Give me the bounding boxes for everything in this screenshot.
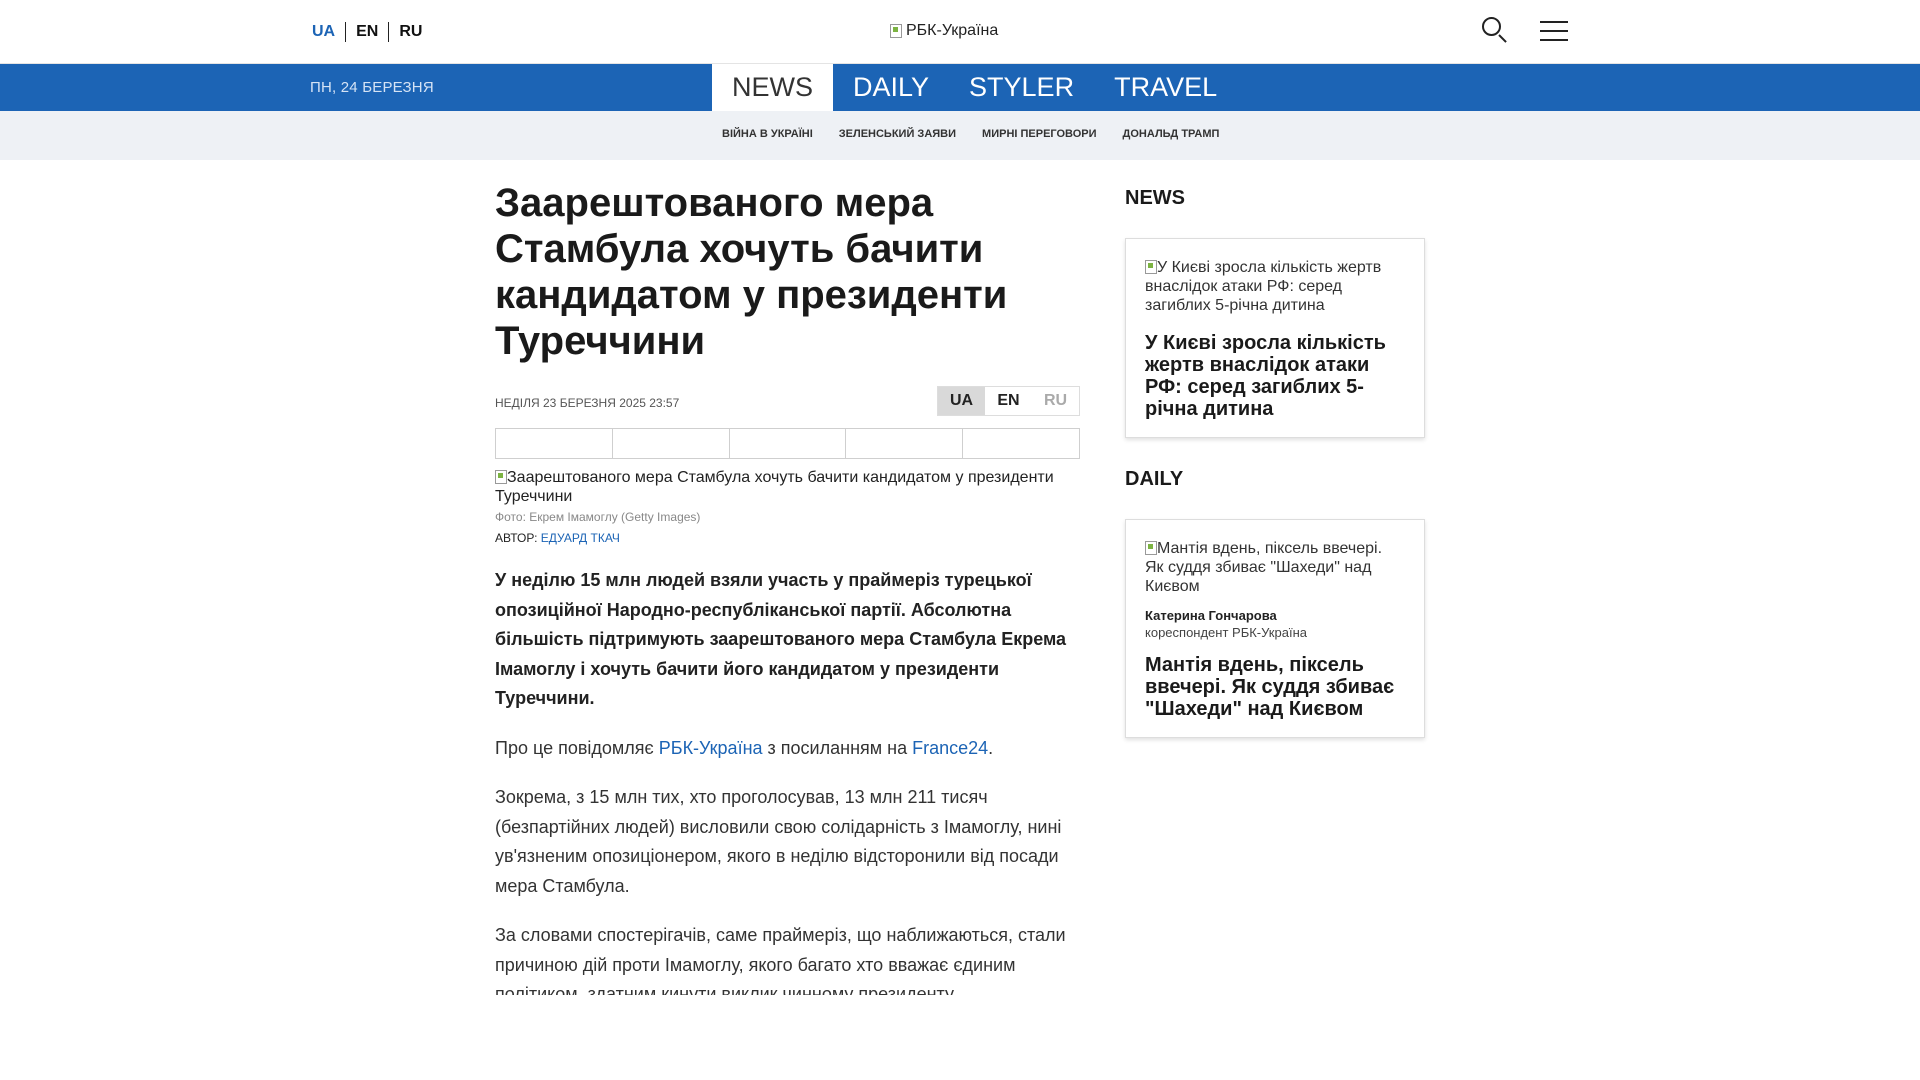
author-link[interactable]: ЕДУАРД ТКАЧ xyxy=(541,531,620,545)
tab-news[interactable]: NEWS xyxy=(712,64,833,111)
article-lead: У неділю 15 млн людей взяли участь у пра… xyxy=(495,570,1067,708)
tag-peace-talks[interactable]: МИРНІ ПЕРЕГОВОРИ xyxy=(982,128,1097,140)
article-meta: НЕДІЛЯ 23 БЕРЕЗНЯ 2025 23:57 UA EN RU xyxy=(495,386,1080,416)
search-button[interactable] xyxy=(1480,15,1510,45)
article-paragraph: Зокрема, з 15 млн тих, хто проголосував,… xyxy=(495,787,1062,896)
share-buttons xyxy=(495,428,1080,459)
logo-alt-text: РБК-Україна xyxy=(906,22,999,39)
tab-styler[interactable]: STYLER xyxy=(949,64,1094,111)
news-card[interactable]: У Києві зросла кількість жертв внаслідок… xyxy=(1125,238,1425,438)
article-title: Заарештованого мера Стамбула хочуть бачи… xyxy=(495,181,1008,363)
news-card-image: У Києві зросла кількість жертв внаслідок… xyxy=(1145,258,1405,315)
section-nav: ПН, 24 БЕРЕЗНЯ NEWS DAILY STYLER TRAVEL xyxy=(0,64,1920,111)
tab-travel[interactable]: TRAVEL xyxy=(1094,64,1237,111)
image-caption: Фото: Екрем Імамоглу (Getty Images) xyxy=(495,510,701,524)
article-language-switcher: UA EN RU xyxy=(937,386,1080,416)
source-intro: Про це повідомляє xyxy=(495,737,654,758)
search-icon xyxy=(1482,17,1501,36)
lang-ua[interactable]: UA xyxy=(312,22,345,42)
news-card-image-alt: У Києві зросла кількість жертв внаслідок… xyxy=(1145,259,1382,314)
site-logo[interactable]: РБК-Україна xyxy=(890,22,998,40)
site-header: UA EN RU РБК-Україна xyxy=(0,0,1920,64)
share-button-5[interactable] xyxy=(962,429,1079,458)
source-link-rbc[interactable]: РБК-Україна xyxy=(659,738,763,758)
daily-card-author: Катерина Гончарова xyxy=(1145,608,1277,623)
daily-card-image: Мантія вдень, піксель ввечері. Як суддя … xyxy=(1145,539,1405,596)
news-card-title: У Києві зросла кількість жертв внаслідок… xyxy=(1145,332,1386,420)
article-author: АВТОР: ЕДУАРД ТКАЧ xyxy=(495,531,1080,545)
broken-image-icon xyxy=(495,470,507,484)
share-button-1[interactable] xyxy=(496,429,612,458)
source-end: . xyxy=(988,737,994,758)
share-button-3[interactable] xyxy=(728,429,846,458)
sidebar: NEWS У Києві зросла кількість жертв внас… xyxy=(1125,180,1425,738)
sidebar-news-heading: NEWS xyxy=(1125,187,1185,209)
lang-ru[interactable]: RU xyxy=(388,22,432,42)
tags-bar: ВІЙНА В УКРАЇНІ ЗЕЛЕНСЬКИЙ ЗАЯВИ МИРНІ П… xyxy=(0,111,1920,160)
author-label: АВТОР: xyxy=(495,531,538,545)
tag-war-in-ukraine[interactable]: ВІЙНА В УКРАЇНІ xyxy=(722,128,813,140)
hamburger-menu-button[interactable] xyxy=(1540,19,1568,43)
daily-card-image-alt: Мантія вдень, піксель ввечері. Як суддя … xyxy=(1145,540,1383,595)
section-tabs: NEWS DAILY STYLER TRAVEL xyxy=(712,64,1237,111)
share-button-4[interactable] xyxy=(845,429,962,458)
lang-en[interactable]: EN xyxy=(345,22,388,42)
article-lang-ru[interactable]: RU xyxy=(1032,387,1079,415)
source-link-france24[interactable]: France24 xyxy=(912,738,988,758)
article-lang-ua[interactable]: UA xyxy=(938,387,985,415)
language-switcher: UA EN RU xyxy=(312,22,432,42)
article-image-alt: Заарештованого мера Стамбула хочуть бачи… xyxy=(495,469,1054,505)
hamburger-icon xyxy=(1540,21,1568,23)
daily-card-author-role: кореспондент РБК-Україна xyxy=(1145,625,1307,640)
sidebar-daily-heading: DAILY xyxy=(1125,468,1184,490)
broken-image-icon xyxy=(1145,260,1157,274)
current-date: ПН, 24 БЕРЕЗНЯ xyxy=(310,79,434,96)
tag-donald-trump[interactable]: ДОНАЛЬД ТРАМП xyxy=(1123,128,1220,140)
broken-image-icon xyxy=(1145,541,1157,555)
tag-links: ВІЙНА В УКРАЇНІ ЗЕЛЕНСЬКИЙ ЗАЯВИ МИРНІ П… xyxy=(722,128,1219,140)
article-lang-en[interactable]: EN xyxy=(985,387,1032,415)
article: Заарештованого мера Стамбула хочуть бачи… xyxy=(495,180,1080,995)
article-paragraph: За словами спостерігачів, саме праймеріз… xyxy=(495,925,1066,995)
broken-image-icon xyxy=(890,24,902,38)
share-button-2[interactable] xyxy=(611,429,729,458)
article-image: Заарештованого мера Стамбула хочуть бачи… xyxy=(495,468,1080,506)
daily-card-title: Мантія вдень, піксель ввечері. Як суддя … xyxy=(1145,654,1395,720)
tab-daily[interactable]: DAILY xyxy=(833,64,949,111)
daily-card[interactable]: Мантія вдень, піксель ввечері. Як суддя … xyxy=(1125,519,1425,738)
tag-zelensky-statements[interactable]: ЗЕЛЕНСЬКИЙ ЗАЯВИ xyxy=(839,128,956,140)
source-mid: з посиланням на xyxy=(767,737,908,758)
article-source-paragraph: Про це повідомляє РБК-Україна з посиланн… xyxy=(495,734,1080,764)
publish-date: НЕДІЛЯ 23 БЕРЕЗНЯ 2025 23:57 xyxy=(495,396,680,410)
